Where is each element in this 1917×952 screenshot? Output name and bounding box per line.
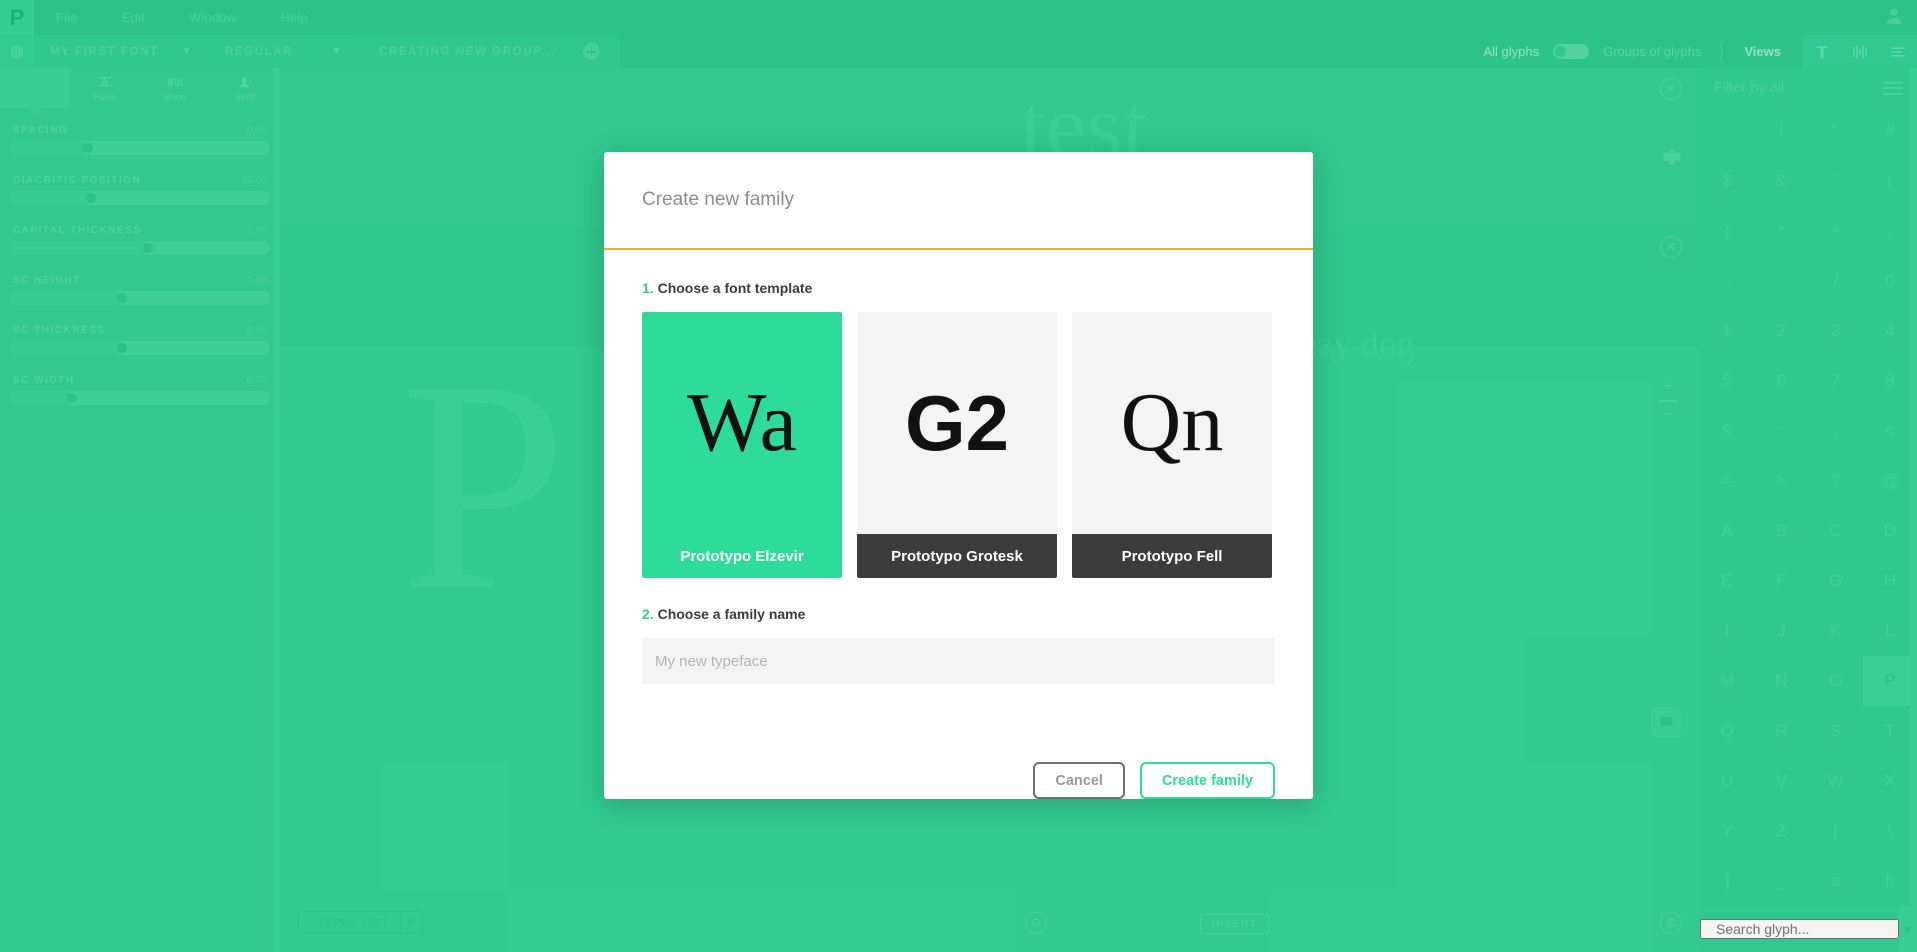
template-card-grotesk[interactable]: G2 Prototypo Grotesk	[857, 312, 1057, 578]
step-1-number: 1.	[642, 280, 654, 296]
cancel-button[interactable]: Cancel	[1033, 762, 1125, 799]
template-label: Prototypo Fell	[1072, 534, 1272, 578]
template-card-fell[interactable]: Qn Prototypo Fell	[1072, 312, 1272, 578]
step-2-number: 2.	[642, 606, 654, 622]
step-1-label: 1. Choose a font template	[642, 280, 1275, 296]
family-name-input[interactable]	[642, 638, 1275, 684]
create-new-family-dialog: Create new family 1. Choose a font templ…	[604, 152, 1313, 799]
template-preview-glyphs: Wa	[642, 312, 842, 534]
dialog-body: 1. Choose a font template Wa Prototypo E…	[604, 250, 1313, 734]
template-list: Wa Prototypo Elzevir G2 Prototypo Grotes…	[642, 312, 1275, 578]
step-2-label: 2. Choose a family name	[642, 606, 1275, 622]
template-label: Prototypo Elzevir	[642, 534, 842, 578]
step-1-text: Choose a font template	[657, 280, 813, 296]
template-label: Prototypo Grotesk	[857, 534, 1057, 578]
step-2-text: Choose a family name	[657, 606, 806, 622]
template-preview-glyphs: Qn	[1072, 312, 1272, 534]
application-window: P File Edit Window Help MY FIRST FONT ▼ …	[0, 0, 1917, 952]
create-family-button[interactable]: Create family	[1139, 762, 1275, 799]
template-preview-glyphs: G2	[857, 312, 1057, 534]
dialog-actions: Cancel Create family	[604, 734, 1313, 799]
dialog-title: Create new family	[642, 189, 795, 210]
dialog-header: Create new family	[604, 152, 1313, 250]
template-card-elzevir[interactable]: Wa Prototypo Elzevir	[642, 312, 842, 578]
